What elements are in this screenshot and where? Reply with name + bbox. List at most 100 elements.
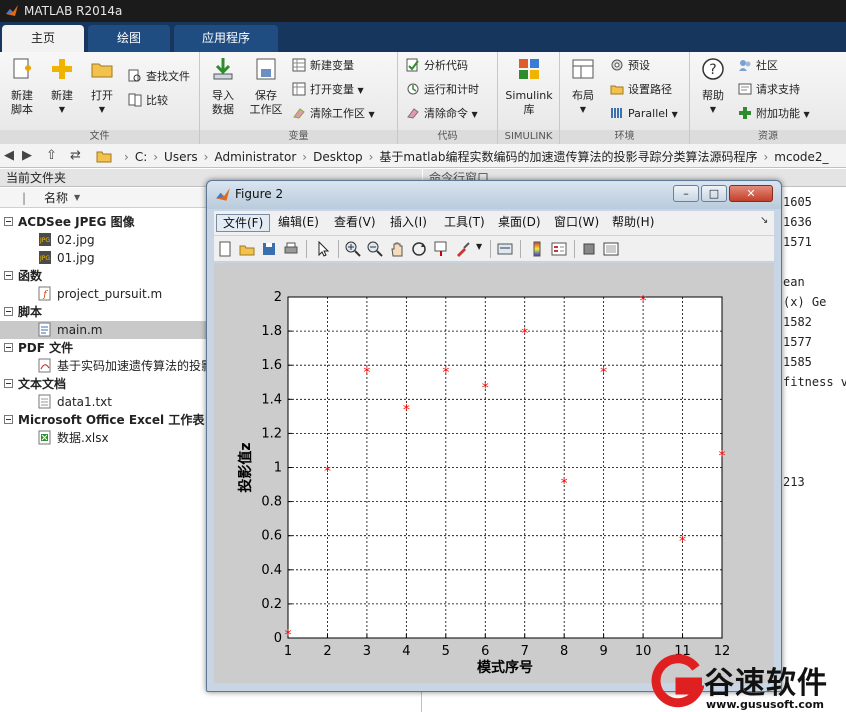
legend-icon[interactable]	[550, 240, 568, 258]
tab-apps[interactable]: 应用程序	[174, 25, 278, 52]
menu-insert[interactable]: 插入(I)	[384, 214, 433, 232]
data-cursor-icon[interactable]	[432, 240, 450, 258]
svg-text:JPG: JPG	[39, 255, 50, 262]
collapse-icon[interactable]	[4, 343, 13, 352]
menu-file[interactable]: 文件(F)	[216, 214, 271, 232]
menu-desktop[interactable]: 桌面(D)	[492, 214, 547, 232]
chevron-down-icon: ▼	[98, 105, 106, 114]
browse-folder-icon[interactable]: ⇄	[70, 148, 81, 163]
chevron-down-icon[interactable]: ▼	[476, 242, 482, 251]
clear-commands-button[interactable]: 清除命令 ▼	[406, 106, 478, 124]
compare-button[interactable]: 比较	[128, 93, 168, 111]
group-label-file: 文件	[0, 130, 199, 144]
command-output-line: (x) Ge	[783, 295, 827, 309]
brush-icon[interactable]	[454, 240, 472, 258]
group-label-code: 代码	[398, 130, 497, 144]
path-segment[interactable]: Desktop	[313, 150, 363, 164]
pointer-icon[interactable]	[314, 240, 332, 258]
path-segment[interactable]: Administrator	[214, 150, 296, 164]
new-script-button[interactable]: 新建 脚本	[4, 56, 40, 117]
command-output-line: 1582	[783, 315, 812, 329]
new-button[interactable]: 新建 ▼	[44, 56, 80, 117]
layout-button[interactable]: 布局 ▼	[564, 56, 602, 117]
colorbar-icon[interactable]	[528, 240, 546, 258]
command-output-line: ean	[783, 275, 805, 289]
collapse-icon[interactable]	[4, 415, 13, 424]
new-figure-icon[interactable]	[216, 240, 234, 258]
path-segment[interactable]: mcode2_	[774, 150, 828, 164]
preferences-button[interactable]: 预设	[610, 58, 650, 76]
import-data-button[interactable]: 导入 数据	[204, 56, 242, 117]
show-plot-tools-icon[interactable]	[602, 240, 620, 258]
rotate-3d-icon[interactable]	[410, 240, 428, 258]
menu-help[interactable]: 帮助(H)	[606, 214, 660, 232]
run-and-time-button[interactable]: 运行和计时	[406, 82, 479, 100]
close-button[interactable]: ✕	[729, 185, 773, 202]
hide-plot-tools-icon[interactable]	[580, 240, 598, 258]
collapse-icon[interactable]	[4, 271, 13, 280]
open-variable-button[interactable]: 打开变量 ▼	[292, 82, 364, 100]
set-path-button[interactable]: 设置路径	[610, 82, 672, 100]
chevron-down-icon: ▼	[471, 110, 478, 119]
current-path[interactable]: › C: › Users › Administrator › Desktop › 基于matlab…	[118, 148, 829, 165]
folder-icon	[96, 151, 112, 163]
path-segment[interactable]: C:	[135, 150, 147, 164]
menu-tools[interactable]: 工具(T)	[438, 214, 491, 232]
menu-window[interactable]: 窗口(W)	[548, 214, 605, 232]
menu-edit[interactable]: 编辑(E)	[272, 214, 325, 232]
request-support-button[interactable]: 请求支持	[738, 82, 800, 100]
figure-window[interactable]: Figure 2 – □ ✕ 文件(F) 编辑(E) 查看(V) 插入(I) 工…	[206, 180, 782, 692]
analyze-code-button[interactable]: 分析代码	[406, 58, 468, 76]
collapse-icon[interactable]	[4, 379, 13, 388]
help-label: 帮助	[702, 89, 724, 102]
clear-commands-icon	[407, 108, 419, 119]
menu-view[interactable]: 查看(V)	[328, 214, 382, 232]
clear-workspace-button[interactable]: 清除工作区 ▼	[292, 106, 375, 124]
back-arrow-icon[interactable]: ◀	[4, 148, 14, 163]
save-workspace-button[interactable]: 保存 工作区	[246, 56, 286, 117]
maximize-button[interactable]: □	[701, 185, 727, 202]
link-plot-icon[interactable]	[496, 240, 514, 258]
figure-titlebar[interactable]: Figure 2 – □ ✕	[207, 181, 781, 209]
find-files-button[interactable]: 查找文件	[128, 69, 190, 87]
toolbar-separator	[490, 240, 491, 258]
import-data-label: 导入 数据	[212, 89, 234, 116]
menubar-overflow-icon[interactable]: ↘	[760, 215, 768, 226]
request-support-label: 请求支持	[756, 83, 800, 96]
forward-arrow-icon[interactable]: ▶	[22, 148, 32, 163]
path-segment[interactable]: 基于matlab编程实数编码的加速遗传算法的投影寻踪分类算法源码程序	[379, 150, 757, 164]
help-button[interactable]: ? 帮助 ▼	[694, 56, 732, 117]
scatter-chart[interactable]: 1 2 3 4 5 6 7 8 9 10 11 12 00.20.40.60.811.21.41.61…	[214, 263, 774, 683]
zoom-in-icon[interactable]	[344, 240, 362, 258]
open-file-icon[interactable]	[238, 240, 256, 258]
folder-icon	[91, 63, 113, 78]
collapse-icon[interactable]	[4, 217, 13, 226]
command-output-line: 1585	[783, 355, 812, 369]
community-button[interactable]: 社区	[738, 58, 778, 76]
collapse-icon[interactable]	[4, 307, 13, 316]
clear-workspace-label: 清除工作区	[310, 107, 365, 120]
new-variable-button[interactable]: 新建变量	[292, 58, 354, 76]
y-tick-label: 2	[274, 290, 282, 305]
chevron-down-icon: ▼	[58, 105, 66, 114]
x-tick-label: 3	[363, 644, 371, 659]
figure-canvas[interactable]: 1 2 3 4 5 6 7 8 9 10 11 12 0 0.2 0.4 0.6 0.8 1 1.2 1.4 1.6 1…	[214, 263, 774, 683]
command-output-line: fitness v	[783, 375, 846, 389]
column-name-label[interactable]: 名称	[44, 188, 68, 208]
save-icon[interactable]	[260, 240, 278, 258]
data-point: *	[679, 534, 686, 550]
minimize-button[interactable]: –	[673, 185, 699, 202]
up-folder-icon[interactable]: ⇧	[46, 148, 57, 163]
add-ons-button[interactable]: 附加功能 ▼	[738, 106, 810, 124]
tab-plots[interactable]: 绘图	[88, 25, 170, 52]
path-segment[interactable]: Users	[164, 150, 198, 164]
parallel-button[interactable]: Parallel ▼	[610, 106, 678, 124]
chevron-down-icon: ▼	[357, 86, 364, 95]
simulink-library-button[interactable]: Simulink 库	[502, 56, 556, 117]
pan-hand-icon[interactable]	[388, 240, 406, 258]
zoom-out-icon[interactable]	[366, 240, 384, 258]
print-icon[interactable]	[282, 240, 300, 258]
tab-home[interactable]: 主页	[2, 25, 84, 52]
clear-commands-label: 清除命令	[424, 107, 468, 120]
open-button[interactable]: 打开 ▼	[84, 56, 120, 117]
